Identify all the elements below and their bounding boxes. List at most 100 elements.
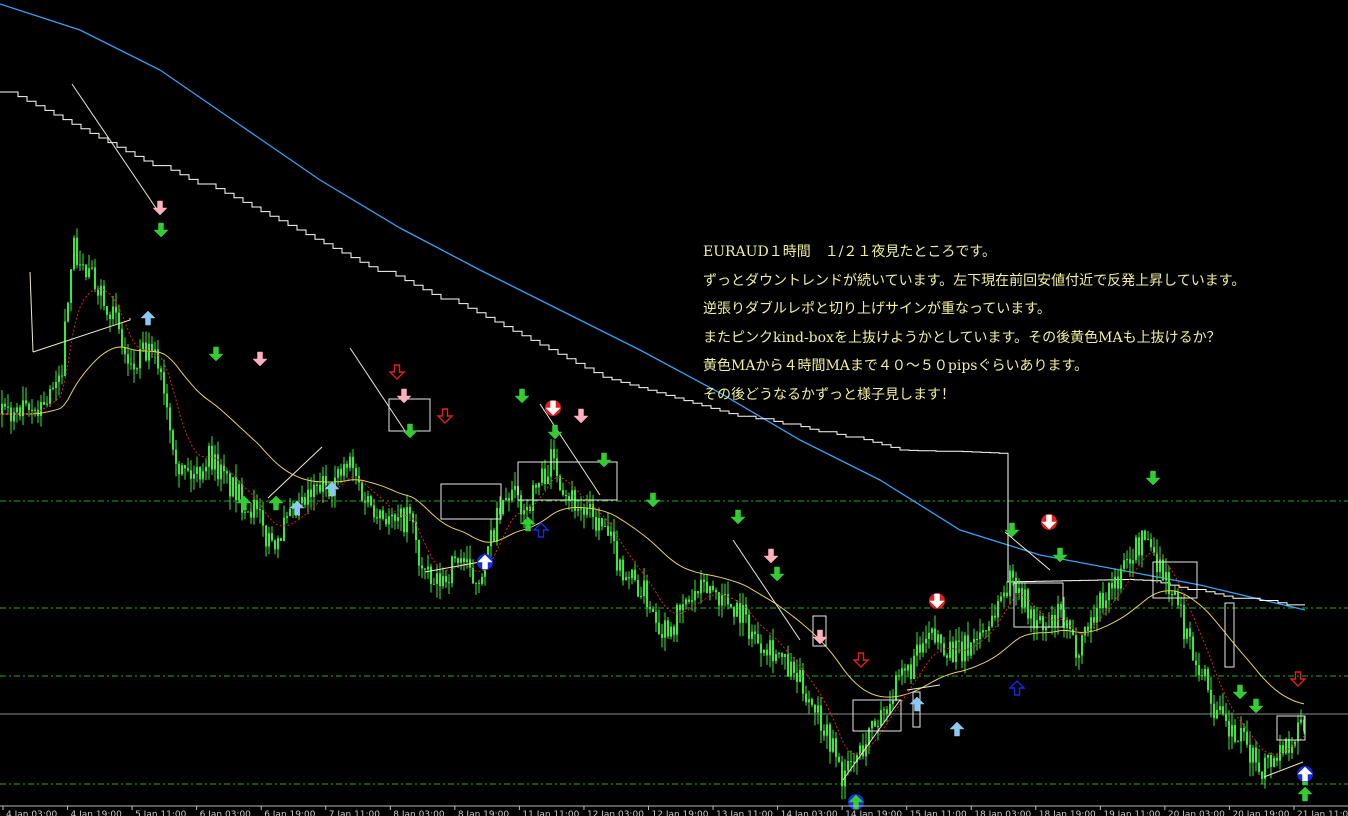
candle-body (1006, 592, 1008, 597)
candle-body (1165, 572, 1167, 581)
candle-body (235, 477, 237, 501)
candle-body (916, 644, 918, 656)
down-arrow-icon (1232, 684, 1248, 700)
candle-body (286, 516, 288, 518)
candle-body (343, 464, 345, 476)
candle-body (202, 471, 204, 480)
down-arrow-icon (929, 593, 945, 609)
candle-body (1162, 559, 1164, 581)
candle-body (181, 465, 183, 475)
candle-body (64, 321, 66, 376)
candle-body (1057, 604, 1059, 627)
candle-body (1075, 635, 1077, 658)
candle-body (745, 604, 747, 615)
candle-body (421, 565, 423, 569)
candle-body (1243, 727, 1245, 732)
candle-body (790, 661, 792, 677)
x-tick-label: 20 Jan 19:00 (1232, 810, 1289, 816)
candle-body (226, 471, 228, 474)
candle-body (88, 268, 90, 278)
candle-body (112, 306, 114, 320)
candle-body (1288, 738, 1290, 753)
candle-body (922, 643, 924, 653)
note-line: またピンクkind-boxを上抜けようかとしています。その後黄色MAも上抜けるか… (703, 329, 1221, 346)
candle-body (829, 724, 831, 752)
candle-body (883, 709, 885, 711)
arrow-shape (909, 696, 925, 712)
candle-body (58, 375, 60, 383)
candle-body (394, 514, 396, 521)
candle-body (1240, 727, 1242, 742)
candle-body (682, 604, 684, 611)
down-arrow-icon (1145, 470, 1161, 486)
candle-body (28, 403, 30, 410)
candle-body (1132, 560, 1134, 564)
candle-body (541, 468, 543, 483)
x-tick-label: 20 Jan 03:00 (1168, 810, 1225, 816)
down-arrow-icon (763, 548, 779, 564)
candle-body (910, 664, 912, 679)
candle-body (1180, 604, 1182, 606)
candle-body (553, 449, 555, 459)
candle-body (238, 484, 240, 501)
candle-body (406, 507, 408, 533)
candle-body (1267, 754, 1269, 758)
down-arrow-icon (1248, 698, 1264, 714)
candle-body (1081, 635, 1083, 656)
candle-body (1300, 719, 1302, 723)
candle-body (877, 725, 879, 727)
candle-body (1171, 594, 1173, 596)
candle-body (1003, 592, 1005, 597)
arrow-shape (949, 721, 965, 737)
arrow-shape (769, 566, 785, 582)
candle-body (757, 634, 759, 644)
up-arrow-icon (324, 481, 340, 497)
candle-body (1054, 615, 1056, 627)
up-arrow-icon (848, 794, 864, 810)
candle-body (325, 476, 327, 486)
candle-body (667, 620, 669, 637)
x-tick-label: 8 Jan 19:00 (458, 810, 510, 816)
candle-body (967, 635, 969, 656)
arrow-shape (153, 222, 169, 238)
candle-body (538, 482, 540, 488)
candle-body (664, 620, 666, 638)
candle-body (694, 591, 696, 601)
candle-body (460, 558, 462, 563)
candle-body (19, 407, 21, 417)
candle-body (133, 363, 135, 370)
candle-body (1174, 591, 1176, 596)
candle-body (304, 496, 306, 505)
arrow-shape (402, 423, 418, 439)
candle-body (889, 703, 891, 714)
arrow-shape (730, 509, 746, 525)
arrow-shape (268, 495, 284, 511)
down-arrow-icon (547, 424, 563, 440)
candle-body (742, 604, 744, 623)
annotation-note: EURAUD１時間 １/２１夜見たところです。 ずっとダウントレンドが続いていま… (703, 238, 1245, 409)
candle-body (1039, 616, 1041, 621)
candle-body (274, 540, 276, 550)
candle-body (322, 476, 324, 492)
arrow-shape (1145, 470, 1161, 486)
candle-body (754, 631, 756, 635)
candle-body (670, 626, 672, 637)
candle-body (691, 600, 693, 602)
candle-body (733, 606, 735, 617)
candle-body (490, 530, 492, 547)
down-arrow-icon (812, 629, 828, 645)
candle-body (934, 628, 936, 643)
candle-body (709, 585, 711, 594)
candle-body (718, 592, 720, 606)
candle-body (970, 642, 972, 656)
down-arrow-icon (208, 346, 224, 362)
candle-body (370, 496, 372, 506)
candle-body (595, 517, 597, 531)
candle-body (892, 700, 894, 704)
candle-body (673, 626, 675, 635)
x-tick-label: 14 Jan 03:00 (781, 810, 838, 816)
x-tick-label: 7 Jan 11:00 (329, 810, 381, 816)
candle-body (1138, 537, 1140, 556)
candle-body (313, 484, 315, 497)
trend-line (842, 699, 901, 781)
